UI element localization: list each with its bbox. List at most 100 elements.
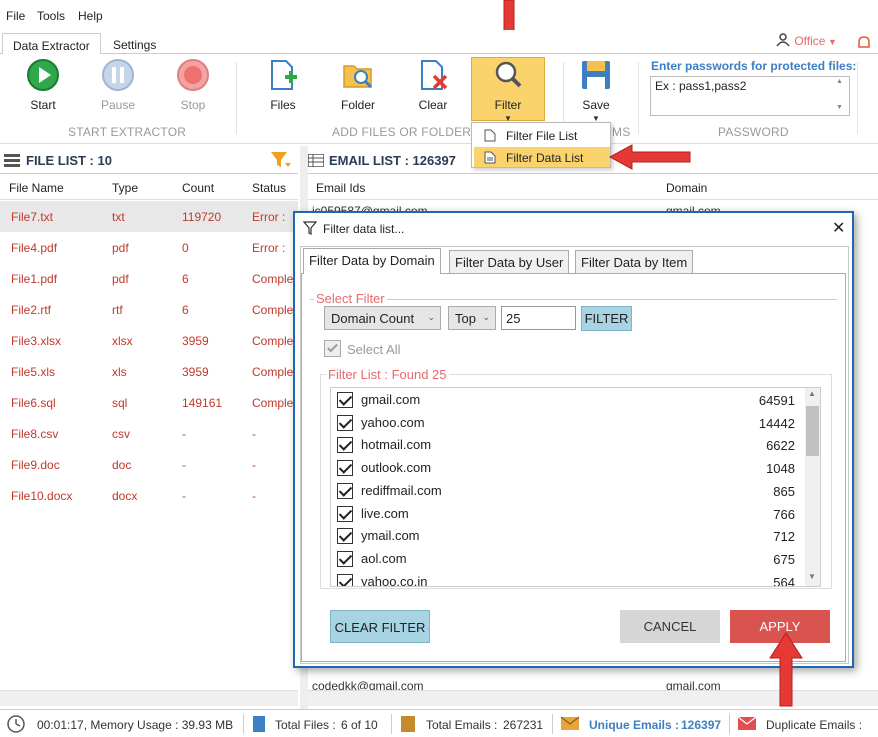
scroll-up-icon[interactable]: ▲ bbox=[836, 78, 843, 85]
item-checkbox[interactable] bbox=[337, 505, 353, 522]
item-checkbox[interactable] bbox=[337, 482, 353, 499]
tab-settings[interactable]: Settings bbox=[103, 33, 166, 55]
list-item[interactable]: rediffmail.com 865 bbox=[331, 480, 807, 503]
menu-tools[interactable]: Tools bbox=[37, 9, 65, 23]
domain-name: yahoo.com bbox=[361, 414, 425, 430]
table-cell: - bbox=[182, 489, 186, 503]
count-input[interactable]: 25 bbox=[501, 306, 576, 330]
table-row[interactable]: File5.xls xls 3959 Comple bbox=[0, 356, 298, 387]
add-folder-button[interactable]: Folder bbox=[331, 58, 385, 112]
status-bar: 00:01:17, Memory Usage : 39.93 MB Total … bbox=[0, 709, 878, 737]
domain-name: rediffmail.com bbox=[361, 482, 442, 498]
select-all-label: Select All bbox=[347, 342, 401, 357]
list-item[interactable]: yahoo.com 14442 bbox=[331, 412, 807, 435]
table-row[interactable]: File10.docx docx - - bbox=[0, 480, 298, 511]
total-files-label: Total Files : bbox=[275, 718, 336, 732]
table-icon bbox=[308, 154, 324, 167]
stop-button[interactable]: Stop bbox=[166, 58, 220, 112]
item-checkbox[interactable] bbox=[337, 550, 353, 567]
domain-name: ymail.com bbox=[361, 528, 420, 544]
close-icon[interactable]: ✕ bbox=[832, 218, 845, 238]
group-add-files: ADD FILES OR FOLDERS bbox=[332, 125, 480, 139]
play-icon bbox=[27, 59, 59, 91]
cancel-button[interactable]: CANCEL bbox=[620, 610, 720, 643]
list-item[interactable]: yahoo.co.in 564 bbox=[331, 571, 807, 586]
table-cell: - bbox=[182, 458, 186, 472]
pause-button[interactable]: Pause bbox=[91, 58, 145, 112]
table-cell: rtf bbox=[112, 303, 123, 317]
select-all-checkbox[interactable] bbox=[324, 340, 341, 357]
table-row[interactable]: File7.txt txt 119720 Error : bbox=[0, 201, 298, 232]
list-item[interactable]: ymail.com 712 bbox=[331, 525, 807, 548]
list-item[interactable]: hotmail.com 6622 bbox=[331, 434, 807, 457]
sort-by-select[interactable]: Domain Count ⌄ bbox=[324, 306, 441, 330]
funnel-icon[interactable] bbox=[270, 151, 292, 169]
table-cell: 6 bbox=[182, 303, 189, 317]
menu-item-filter-data-list[interactable]: Filter Data List bbox=[474, 147, 610, 167]
menu-bar: File Tools Help bbox=[0, 0, 878, 57]
table-cell: xls bbox=[112, 365, 127, 379]
ribbon: Start Pause Stop Files Folder Clear Filt… bbox=[0, 54, 878, 144]
dialog-titlebar: Filter data list... ✕ bbox=[295, 213, 852, 243]
save-button[interactable]: Save ▼ bbox=[569, 58, 623, 123]
item-checkbox[interactable] bbox=[337, 392, 353, 408]
group-ms: MS bbox=[612, 125, 631, 139]
table-cell: File4.pdf bbox=[11, 241, 58, 255]
tab-filter-by-domain[interactable]: Filter Data by Domain bbox=[303, 248, 441, 274]
tab-data-extractor[interactable]: Data Extractor bbox=[2, 33, 101, 55]
add-files-button[interactable]: Files bbox=[256, 58, 310, 112]
item-checkbox[interactable] bbox=[337, 573, 353, 586]
list-item[interactable]: aol.com 675 bbox=[331, 548, 807, 571]
list-scrollbar[interactable]: ▲ ▼ bbox=[805, 388, 820, 586]
clear-button[interactable]: Clear bbox=[406, 58, 460, 112]
table-row[interactable]: File2.rtf rtf 6 Comple bbox=[0, 294, 298, 325]
total-emails-value: 267231 bbox=[503, 718, 544, 732]
table-row[interactable]: File8.csv csv - - bbox=[0, 418, 298, 449]
domain-list: gmail.com 64591 yahoo.com 14442 hotmail.com 6… bbox=[330, 387, 821, 587]
col-type[interactable]: Type bbox=[112, 181, 138, 195]
table-cell: Comple bbox=[252, 365, 294, 379]
col-domain[interactable]: Domain bbox=[666, 181, 707, 195]
start-button[interactable]: Start bbox=[16, 58, 70, 112]
filter-search-icon bbox=[495, 61, 522, 88]
table-row[interactable]: File1.pdf pdf 6 Comple bbox=[0, 263, 298, 294]
col-count[interactable]: Count bbox=[182, 181, 214, 195]
menu-help[interactable]: Help bbox=[78, 9, 103, 23]
table-cell: sql bbox=[112, 396, 128, 410]
file-list-columns: File Name Type Count Status bbox=[0, 176, 298, 200]
item-checkbox[interactable] bbox=[337, 437, 353, 454]
item-checkbox[interactable] bbox=[337, 460, 353, 477]
tab-filter-by-user[interactable]: Filter Data by User bbox=[449, 250, 570, 273]
password-input[interactable]: Ex : pass1,pass2 bbox=[650, 76, 850, 116]
table-row[interactable]: File3.xlsx xlsx 3959 Comple bbox=[0, 325, 298, 356]
order-select[interactable]: Top ⌄ bbox=[448, 306, 496, 330]
col-file-name[interactable]: File Name bbox=[9, 181, 64, 195]
status-time: 00:01:17, Memory Usage : 39.93 MB bbox=[37, 718, 234, 732]
table-cell: File8.csv bbox=[11, 427, 59, 441]
list-item[interactable]: outlook.com 1048 bbox=[331, 457, 807, 480]
domain-name: outlook.com bbox=[361, 460, 432, 476]
table-row[interactable]: File9.doc doc - - bbox=[0, 449, 298, 480]
unique-emails-value: 126397 bbox=[681, 718, 722, 732]
scroll-down-icon[interactable]: ▼ bbox=[836, 104, 843, 111]
envelope-icon bbox=[560, 716, 580, 730]
col-email-ids[interactable]: Email Ids bbox=[316, 181, 365, 195]
item-checkbox[interactable] bbox=[337, 528, 353, 545]
notification-icon[interactable] bbox=[856, 36, 872, 50]
menu-item-filter-file-list[interactable]: Filter File List bbox=[474, 125, 610, 145]
table-cell: File5.xls bbox=[11, 365, 56, 379]
item-checkbox[interactable] bbox=[337, 414, 353, 431]
menu-file[interactable]: File bbox=[6, 9, 25, 23]
office-menu[interactable]: Office ▼ bbox=[775, 33, 837, 48]
tab-filter-by-item[interactable]: Filter Data by Item bbox=[575, 250, 694, 273]
col-status[interactable]: Status bbox=[252, 181, 286, 195]
list-item[interactable]: gmail.com 64591 bbox=[331, 389, 807, 412]
table-row[interactable]: File6.sql sql 149161 Comple bbox=[0, 387, 298, 418]
list-item[interactable]: live.com 766 bbox=[331, 503, 807, 526]
clear-filter-button[interactable]: CLEAR FILTER bbox=[330, 610, 430, 643]
filter-button[interactable]: FILTER bbox=[581, 306, 632, 331]
filter-button[interactable]: Filter ▼ bbox=[481, 58, 535, 123]
table-cell: - bbox=[182, 427, 186, 441]
table-row[interactable]: File4.pdf pdf 0 Error : bbox=[0, 232, 298, 263]
file-list-hscroll[interactable] bbox=[0, 690, 298, 706]
